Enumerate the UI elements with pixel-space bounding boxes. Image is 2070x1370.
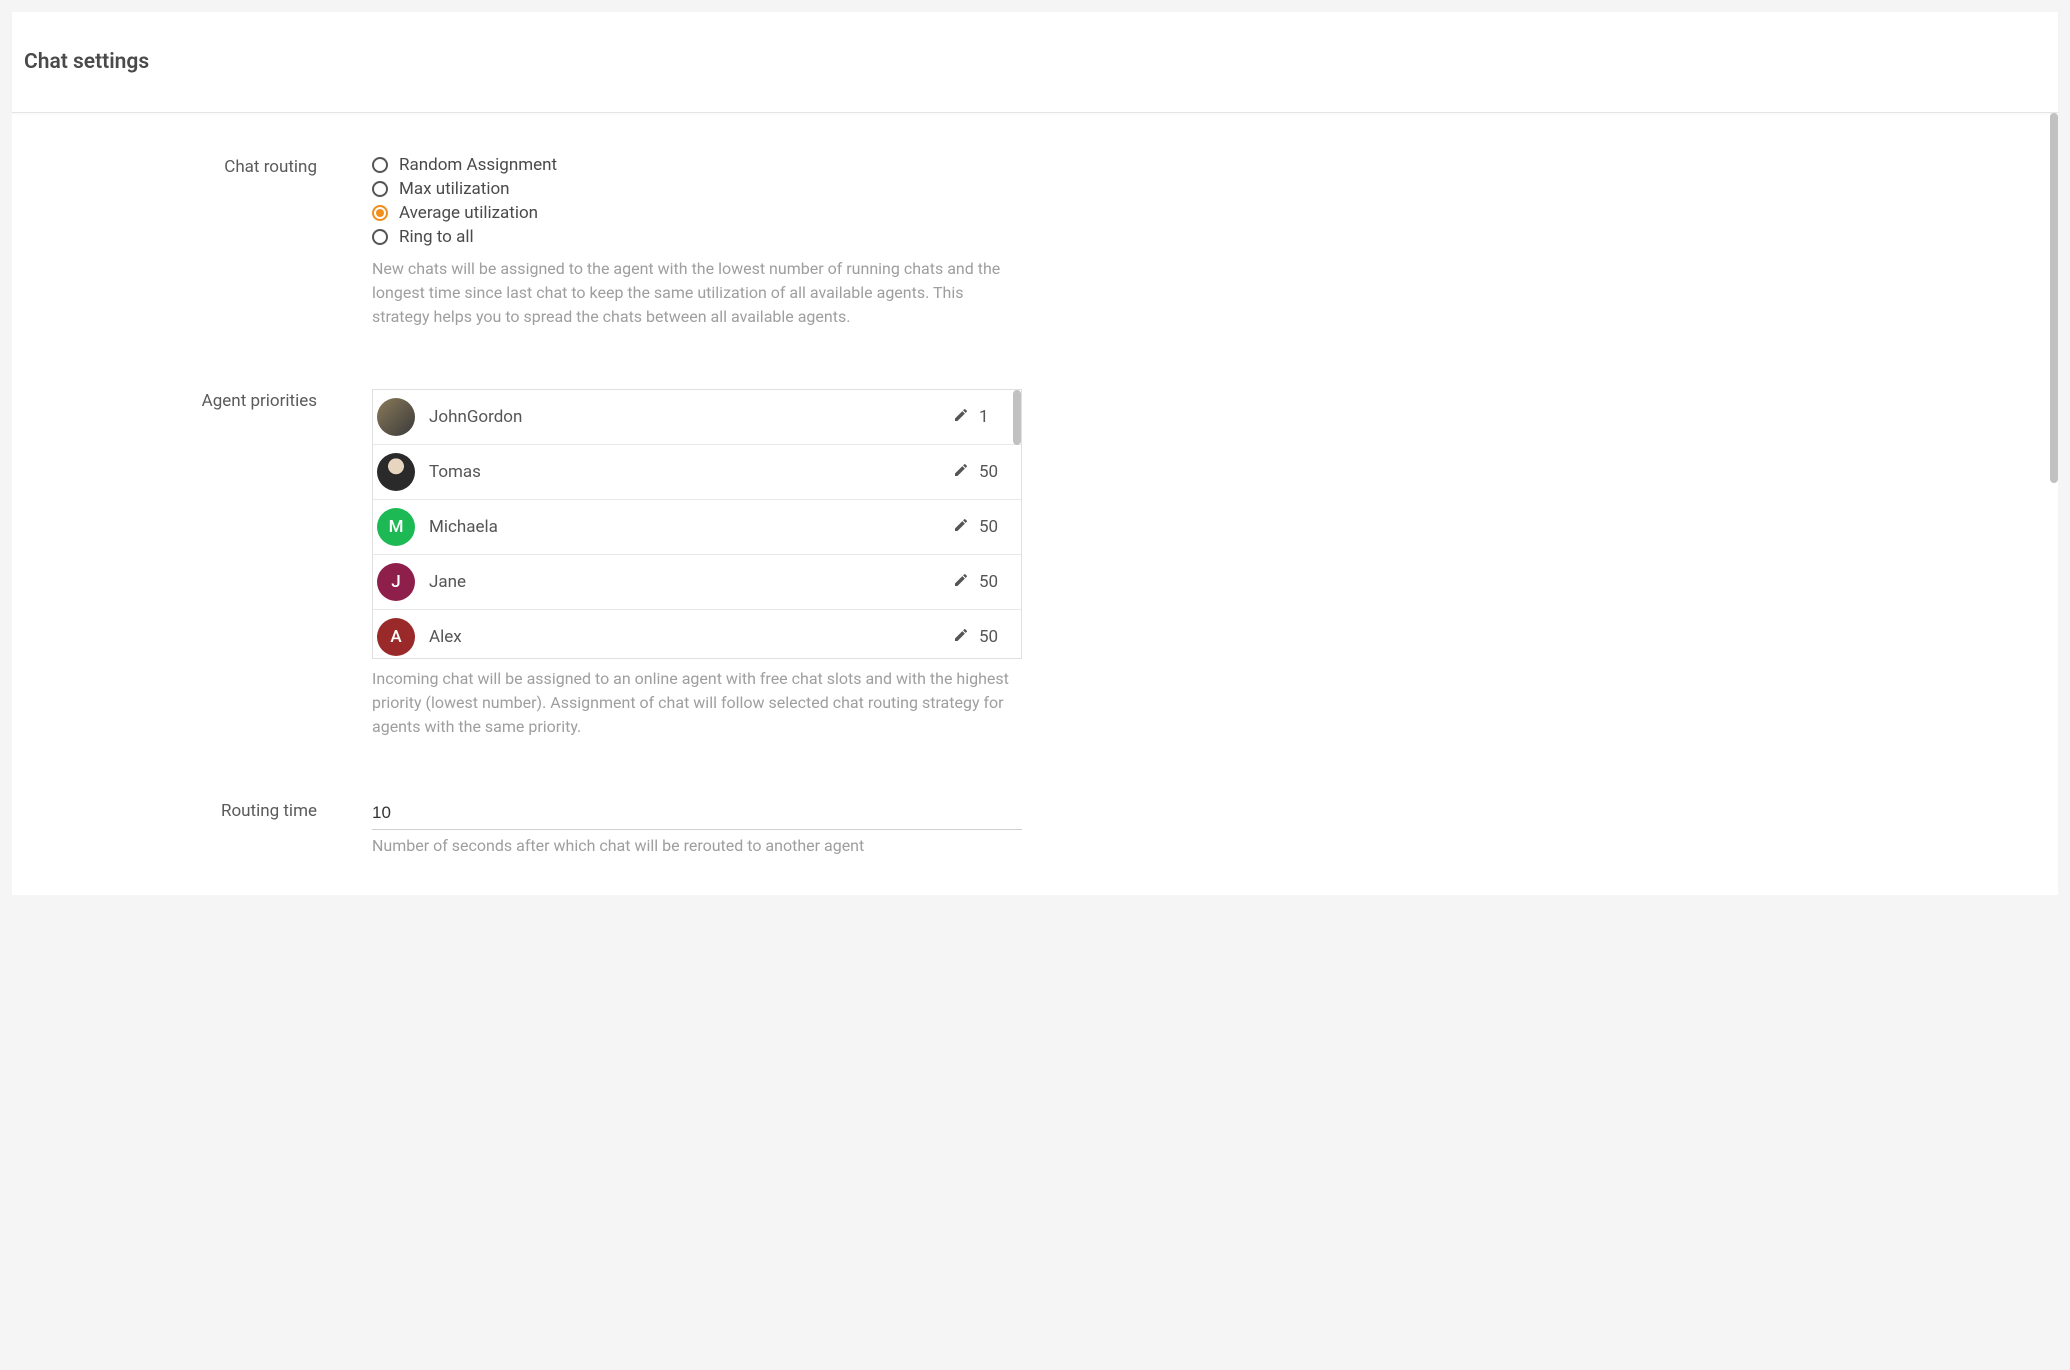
panel-content: Chat routing Random Assignment Max utiliz… (12, 113, 2058, 895)
label-column: Routing time (32, 799, 372, 855)
label-column: Chat routing (32, 155, 372, 329)
agent-priority-value: 50 (979, 627, 1003, 647)
agent-row[interactable]: Tomas 50 (373, 445, 1021, 500)
agent-list-container: JohnGordon 1 Tomas 50 M Michaela 50 J Jane 50 A Ale… (372, 389, 1022, 659)
agent-priority-edit[interactable]: 1 (953, 407, 1003, 427)
pencil-icon (953, 407, 969, 427)
radio-option[interactable]: Max utilization (372, 179, 1022, 199)
agent-name: Jane (429, 572, 953, 592)
pencil-icon (953, 462, 969, 482)
agent-priority-value: 50 (979, 517, 1003, 537)
panel-header: Chat settings (12, 12, 2058, 113)
radio-label: Max utilization (399, 179, 510, 199)
agent-list-scrollbar[interactable] (1013, 390, 1021, 445)
field-column: JohnGordon 1 Tomas 50 M Michaela 50 J Jane 50 A Ale… (372, 389, 1022, 739)
agent-priorities-helper: Incoming chat will be assigned to an onl… (372, 667, 1022, 739)
radio-icon (372, 181, 388, 197)
agent-priority-value: 1 (979, 407, 1003, 427)
agent-priority-edit[interactable]: 50 (953, 462, 1003, 482)
pencil-icon (953, 627, 969, 647)
chat-routing-label: Chat routing (224, 157, 317, 177)
radio-label: Ring to all (399, 227, 474, 247)
agent-name: Michaela (429, 517, 953, 537)
agent-row[interactable]: M Michaela 50 (373, 500, 1021, 555)
avatar: J (377, 563, 415, 601)
agent-priority-value: 50 (979, 572, 1003, 592)
agent-row[interactable]: JohnGordon 1 (373, 390, 1021, 445)
agent-priorities-label: Agent priorities (202, 391, 317, 411)
radio-option[interactable]: Random Assignment (372, 155, 1022, 175)
radio-icon (372, 205, 388, 221)
radio-option[interactable]: Average utilization (372, 203, 1022, 223)
agent-priority-edit[interactable]: 50 (953, 627, 1003, 647)
agent-name: JohnGordon (429, 407, 953, 427)
agent-name: Alex (429, 627, 953, 647)
agent-priority-value: 50 (979, 462, 1003, 482)
field-column: Number of seconds after which chat will … (372, 799, 1022, 855)
radio-icon (372, 229, 388, 245)
pencil-icon (953, 517, 969, 537)
routing-time-label: Routing time (221, 801, 317, 821)
avatar (377, 453, 415, 491)
agent-priority-edit[interactable]: 50 (953, 572, 1003, 592)
avatar: M (377, 508, 415, 546)
label-column: Agent priorities (32, 389, 372, 739)
avatar: A (377, 618, 415, 656)
radio-label: Random Assignment (399, 155, 557, 175)
agent-list[interactable]: JohnGordon 1 Tomas 50 M Michaela 50 J Jane 50 A Ale… (373, 390, 1021, 659)
routing-time-row: Routing time Number of seconds after whi… (32, 799, 2038, 855)
chat-routing-row: Chat routing Random Assignment Max utiliz… (32, 155, 2038, 329)
chat-routing-helper: New chats will be assigned to the agent … (372, 257, 1022, 329)
agent-name: Tomas (429, 462, 953, 482)
main-scrollbar[interactable] (2050, 113, 2058, 483)
radio-icon (372, 157, 388, 173)
pencil-icon (953, 572, 969, 592)
field-column: Random Assignment Max utilization Average … (372, 155, 1022, 329)
radio-option[interactable]: Ring to all (372, 227, 1022, 247)
agent-row[interactable]: J Jane 50 (373, 555, 1021, 610)
routing-time-input[interactable] (372, 799, 1022, 830)
chat-routing-radio-group: Random Assignment Max utilization Average … (372, 155, 1022, 247)
agent-row[interactable]: A Alex 50 (373, 610, 1021, 659)
routing-time-helper: Number of seconds after which chat will … (372, 836, 1022, 855)
agent-priorities-row: Agent priorities JohnGordon 1 Tomas 50 M Mich… (32, 389, 2038, 739)
settings-panel: Chat settings Chat routing Random Assign… (12, 12, 2058, 895)
avatar (377, 398, 415, 436)
agent-priority-edit[interactable]: 50 (953, 517, 1003, 537)
radio-label: Average utilization (399, 203, 538, 223)
page-title: Chat settings (24, 50, 2046, 74)
